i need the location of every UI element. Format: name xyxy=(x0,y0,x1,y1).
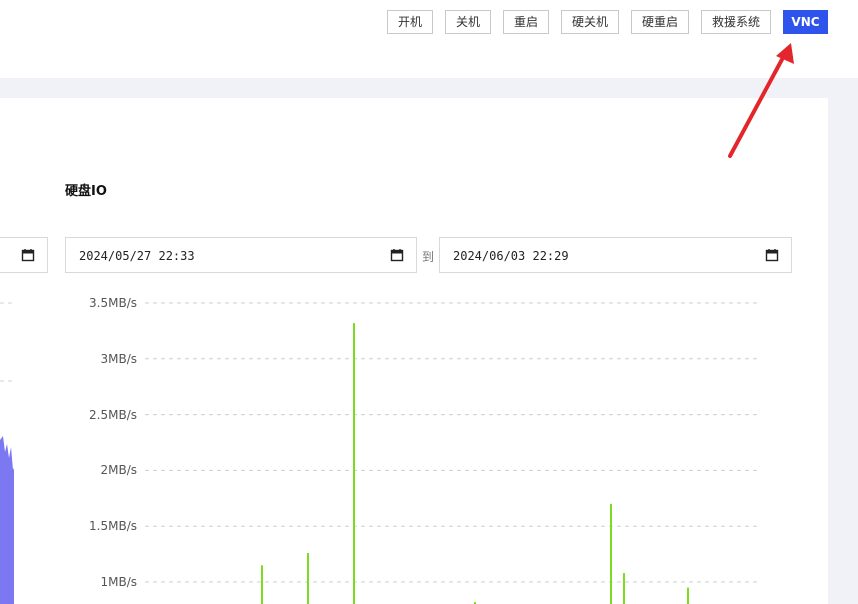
gridlines xyxy=(145,302,760,583)
series-bar xyxy=(307,552,309,604)
disk-io-chart xyxy=(0,43,794,604)
left-chart-area xyxy=(0,436,14,604)
series-bar xyxy=(623,573,625,604)
series-bar xyxy=(610,503,612,604)
series-bar xyxy=(687,587,689,604)
series-bar xyxy=(261,565,263,604)
series-bars xyxy=(261,323,689,604)
series-bar xyxy=(353,323,355,604)
red-arrow-annotation-icon xyxy=(728,43,794,158)
